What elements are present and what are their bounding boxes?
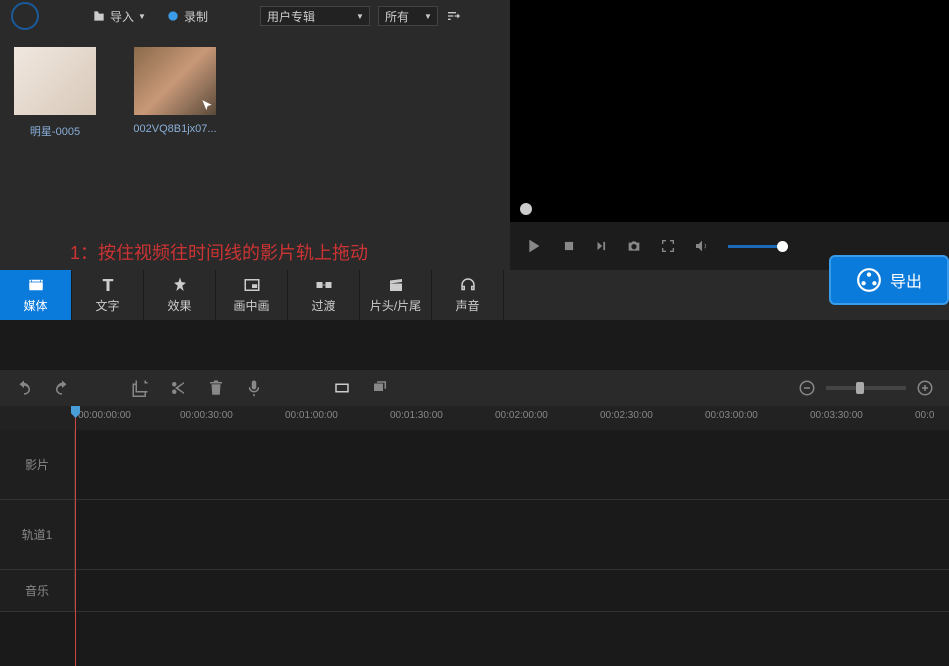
- fullscreen-icon[interactable]: [660, 238, 676, 254]
- music-track[interactable]: 音乐: [0, 570, 949, 612]
- timeline-toolbar: [0, 370, 949, 406]
- tab-effects[interactable]: 效果: [144, 270, 216, 320]
- zoom-in-icon[interactable]: [916, 379, 934, 397]
- track-content[interactable]: [75, 500, 949, 569]
- logo-icon: [10, 1, 40, 31]
- zoom-out-icon[interactable]: [798, 379, 816, 397]
- tab-sound[interactable]: 声音: [432, 270, 504, 320]
- effects-icon: [170, 276, 190, 294]
- media-icon: [26, 276, 46, 294]
- annotation-marker: [520, 203, 532, 215]
- export-label: 导出: [890, 268, 922, 292]
- step-forward-icon[interactable]: [594, 239, 608, 253]
- transition-icon: [314, 276, 334, 294]
- volume-icon[interactable]: [694, 238, 710, 254]
- export-button[interactable]: 导出: [829, 255, 949, 305]
- cut-icon[interactable]: [169, 379, 187, 397]
- tab-media[interactable]: 媒体: [0, 270, 72, 320]
- category-dropdown[interactable]: 用户专辑: [260, 6, 370, 26]
- playhead[interactable]: [75, 406, 76, 666]
- record-button[interactable]: 录制: [160, 6, 214, 27]
- track-label: 影片: [0, 430, 75, 499]
- cursor-icon: [200, 99, 214, 113]
- media-item-label: 002VQ8B1jx07...: [130, 123, 220, 135]
- delete-icon[interactable]: [207, 379, 225, 397]
- timeline: 00:00:00:00 00:00:30:00 00:01:00:00 00:0…: [0, 406, 949, 666]
- clapper-icon: [386, 276, 406, 294]
- pip-icon: [242, 276, 262, 294]
- import-button[interactable]: 导入 ▼: [86, 6, 152, 27]
- record-icon: [166, 9, 180, 23]
- media-grid: 明星-0005 002VQ8B1jx07...: [0, 32, 510, 154]
- play-icon[interactable]: [522, 235, 544, 257]
- tab-pip[interactable]: 画中画: [216, 270, 288, 320]
- mic-icon[interactable]: [245, 379, 263, 397]
- export-icon: [856, 267, 882, 293]
- zoom-slider[interactable]: [826, 386, 906, 390]
- media-item[interactable]: 002VQ8B1jx07...: [130, 47, 220, 139]
- media-item-label: 明星-0005: [10, 123, 100, 139]
- track-content[interactable]: [75, 570, 949, 611]
- tab-transition[interactable]: 过渡: [288, 270, 360, 320]
- aspect-icon[interactable]: [333, 379, 351, 397]
- folder-icon: [92, 9, 106, 23]
- track-content[interactable]: [75, 430, 949, 499]
- video-track[interactable]: 影片: [0, 430, 949, 500]
- undo-icon[interactable]: [15, 379, 33, 397]
- import-label: 导入: [110, 8, 134, 25]
- record-label: 录制: [184, 8, 208, 25]
- sort-icon[interactable]: [446, 8, 462, 24]
- track-1[interactable]: 轨道1: [0, 500, 949, 570]
- redo-icon[interactable]: [53, 379, 71, 397]
- tab-intro[interactable]: 片头/片尾: [360, 270, 432, 320]
- track-label: 音乐: [0, 570, 75, 611]
- headphone-icon: [458, 276, 478, 294]
- media-item[interactable]: 明星-0005: [10, 47, 100, 139]
- timeline-ruler[interactable]: 00:00:00:00 00:00:30:00 00:01:00:00 00:0…: [0, 406, 949, 430]
- volume-slider[interactable]: [728, 245, 788, 248]
- media-panel: 导入 ▼ 录制 用户专辑 所有 明星-0005 002VQ8B1jx07...: [0, 0, 510, 270]
- preview-panel: 00:00:00 / 00:00:00 导出: [510, 0, 949, 270]
- source-tabs: 媒体 文字 效果 画中画 过渡 片头/片尾 声音: [0, 270, 949, 320]
- stop-icon[interactable]: [562, 239, 576, 253]
- video-preview: [515, 5, 944, 222]
- instruction-annotation: 1：按住视频往时间线的影片轨上拖动: [70, 239, 368, 265]
- zoom-controls: [798, 379, 934, 397]
- crop-icon[interactable]: [131, 379, 149, 397]
- track-label: 轨道1: [0, 500, 75, 569]
- text-icon: [98, 276, 118, 294]
- media-thumbnail: [134, 47, 216, 115]
- layers-icon[interactable]: [371, 379, 389, 397]
- filter-dropdown[interactable]: 所有: [378, 6, 438, 26]
- camera-icon[interactable]: [626, 238, 642, 254]
- media-thumbnail: [14, 47, 96, 115]
- media-toolbar: 导入 ▼ 录制 用户专辑 所有: [0, 0, 510, 32]
- tab-text[interactable]: 文字: [72, 270, 144, 320]
